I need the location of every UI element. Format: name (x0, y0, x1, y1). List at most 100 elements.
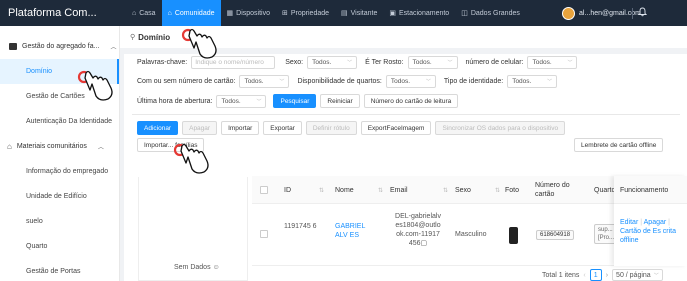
sidebar-group-materiais[interactable]: ⌂ Materiais comunitários ︿ (0, 134, 119, 159)
edit-link[interactable]: Editar (620, 219, 638, 226)
parking-icon: ▣ (389, 10, 396, 17)
app-title: Plataforma Com... (8, 7, 97, 19)
quartos-label: Disponibilidade de quartos: (297, 78, 382, 85)
sidebar-item-unidade-edificio[interactable]: Unidade de Edifício (0, 184, 119, 209)
filter-row-3: Última hora de abertura: Todos. ﹀ Pesquis… (137, 94, 459, 108)
sidebar-item-gestao-portas[interactable]: Gestão de Portas (0, 259, 119, 281)
home-icon: ⌂ (167, 9, 172, 17)
property-icon: ⊞ (282, 10, 288, 17)
chevron-down-icon: ﹀ (567, 60, 573, 66)
delete-button[interactable]: Apagar (182, 121, 218, 135)
select-all-checkbox[interactable] (260, 186, 268, 194)
hand-cursor-icon (77, 70, 113, 101)
cell-nome-link[interactable]: GABRIEL ALV ES (335, 222, 377, 240)
offline-reminder-wrap: Lembrete de cartão offline (574, 138, 664, 152)
offline-card-link[interactable]: Cartão de Es crita offline (620, 228, 676, 244)
chevron-down-icon: ﹀ (547, 79, 553, 85)
sort-icon[interactable]: ⇅ (319, 187, 324, 194)
cartao-select[interactable]: Todos. ﹀ (239, 75, 290, 88)
celular-label: número de celular: (465, 59, 524, 66)
sidebar-group-label: Gestão do agregado fa... (22, 43, 100, 50)
export-button[interactable]: Exportar (263, 121, 302, 135)
nav-item-dispositivo[interactable]: ▦ Dispositivo (221, 0, 276, 26)
col-funcionamento: Funcionamento (620, 187, 669, 194)
empty-icon: ☺ (212, 264, 220, 271)
sidebar-group-label: Materiais comunitários (16, 143, 87, 150)
nav-item-propriedade[interactable]: ⊞ Propriedade (276, 0, 335, 26)
row-actions: Editar | Apagar | Cartão de Es crita off… (620, 218, 682, 245)
sidebar-item-suelo[interactable]: suelo (0, 209, 119, 234)
sidebar: Gestão do agregado fa... ︿ Domínio Gestã… (0, 26, 120, 281)
next-page-icon[interactable]: › (606, 272, 608, 279)
cell-email: DEL-gabrielalv es1804@outlo ok.com-11917… (390, 212, 446, 248)
sidebar-item-quarto[interactable]: Quarto (0, 234, 119, 259)
cell-sexo: Masculino (455, 231, 487, 238)
row-checkbox[interactable] (260, 230, 268, 238)
page-number[interactable]: 1 (589, 269, 602, 281)
copy-icon[interactable]: ▢ (421, 240, 428, 247)
sync-button[interactable]: Sincronizar OS dados para o dispositivo (435, 121, 566, 135)
sort-icon[interactable]: ⇅ (443, 187, 448, 194)
divider (632, 8, 633, 19)
col-cartao: Número do cartão (535, 181, 575, 199)
nav-label: Visitante (350, 9, 378, 17)
household-icon (9, 43, 17, 50)
select-value: Todos. (512, 78, 532, 85)
nav-label: Dispositivo (236, 9, 270, 17)
col-sexo[interactable]: Sexo (455, 187, 471, 194)
sidebar-item-empregado[interactable]: Informação do empregado (0, 159, 119, 184)
add-button[interactable]: Adicionar (137, 121, 179, 135)
quartos-select[interactable]: Todos. ﹀ (385, 75, 436, 88)
bell-icon[interactable] (637, 7, 648, 19)
hand-cursor-icon (173, 143, 209, 174)
user-menu[interactable]: al...hen@gmail.com (562, 0, 687, 26)
offline-reminder-button[interactable]: Lembrete de cartão offline (574, 138, 664, 152)
email-text: DEL-gabrielalv es1804@outlo ok.com-11917… (395, 213, 441, 247)
select-value: Todos. (244, 78, 264, 85)
col-label: Email (390, 187, 408, 194)
search-button[interactable]: Pesquisar (273, 94, 317, 108)
col-email[interactable]: Email (390, 187, 408, 194)
nav-item-visitante[interactable]: ▤ Visitante (335, 0, 383, 26)
col-nome[interactable]: Nome (335, 187, 354, 194)
sexo-select[interactable]: Todos. ﹀ (307, 56, 358, 69)
export-face-button[interactable]: ExportFaceImagem (360, 121, 432, 135)
nav-item-dados-grandes[interactable]: ◫ Dados Grandes (455, 0, 526, 26)
nav-item-casa[interactable]: ⌂ Casa (126, 0, 162, 26)
sort-icon[interactable]: ⇅ (495, 187, 500, 194)
sort-icon[interactable]: ⇅ (378, 187, 383, 194)
import-button[interactable]: Importar (221, 121, 260, 135)
col-id[interactable]: ID (284, 187, 291, 194)
celular-select[interactable]: Todos. ﹀ (527, 56, 578, 69)
col-label: Quarto (594, 187, 616, 194)
sidebar-group-household[interactable]: Gestão do agregado fa... ︿ (0, 34, 119, 59)
define-label-button[interactable]: Definir rótulo (305, 121, 357, 135)
col-label: Foto (505, 187, 520, 194)
sidebar-item-autenticacao[interactable]: Autenticação Da Identidade (0, 109, 119, 134)
home-outline-icon: ⌂ (132, 9, 137, 17)
read-card-button[interactable]: Número do cartão de leitura (363, 94, 459, 108)
col-label: Sexo (455, 187, 471, 194)
rosto-label: É Ter Rosto: (365, 59, 404, 66)
abertura-select[interactable]: Todos. ﹀ (216, 94, 267, 108)
separator: | (668, 219, 670, 226)
nav-item-comunidade[interactable]: ⌂ Comunidade (161, 0, 221, 26)
nav-label: Dados Grandes (470, 9, 520, 17)
prev-page-icon[interactable]: ‹ (583, 272, 585, 279)
reset-button[interactable]: Reiniciar (320, 94, 360, 108)
nav-label: Propriedade (290, 9, 330, 17)
select-value: Todos. (221, 97, 241, 105)
col-quarto: Quarto (594, 187, 615, 194)
action-toolbar: Adicionar Apagar Importar Exportar Defin… (137, 121, 566, 135)
nav-item-estacionamento[interactable]: ▣ Estacionamento (383, 0, 455, 26)
delete-link[interactable]: Apagar (644, 219, 667, 226)
face-photo[interactable] (509, 227, 518, 244)
identidade-select[interactable]: Todos. ﹀ (507, 75, 558, 88)
filter-row-2: Com ou sem número de cartão: Todos. ﹀ Dis… (137, 75, 558, 88)
visitor-icon: ▤ (341, 10, 348, 17)
identidade-label: Tipo de identidade: (443, 78, 504, 85)
page-size-select[interactable]: 50 / página ﹀ (612, 269, 663, 281)
rosto-select[interactable]: Todos. ﹀ (407, 56, 458, 69)
divider (132, 114, 680, 115)
chart-icon: ◫ (461, 10, 468, 17)
